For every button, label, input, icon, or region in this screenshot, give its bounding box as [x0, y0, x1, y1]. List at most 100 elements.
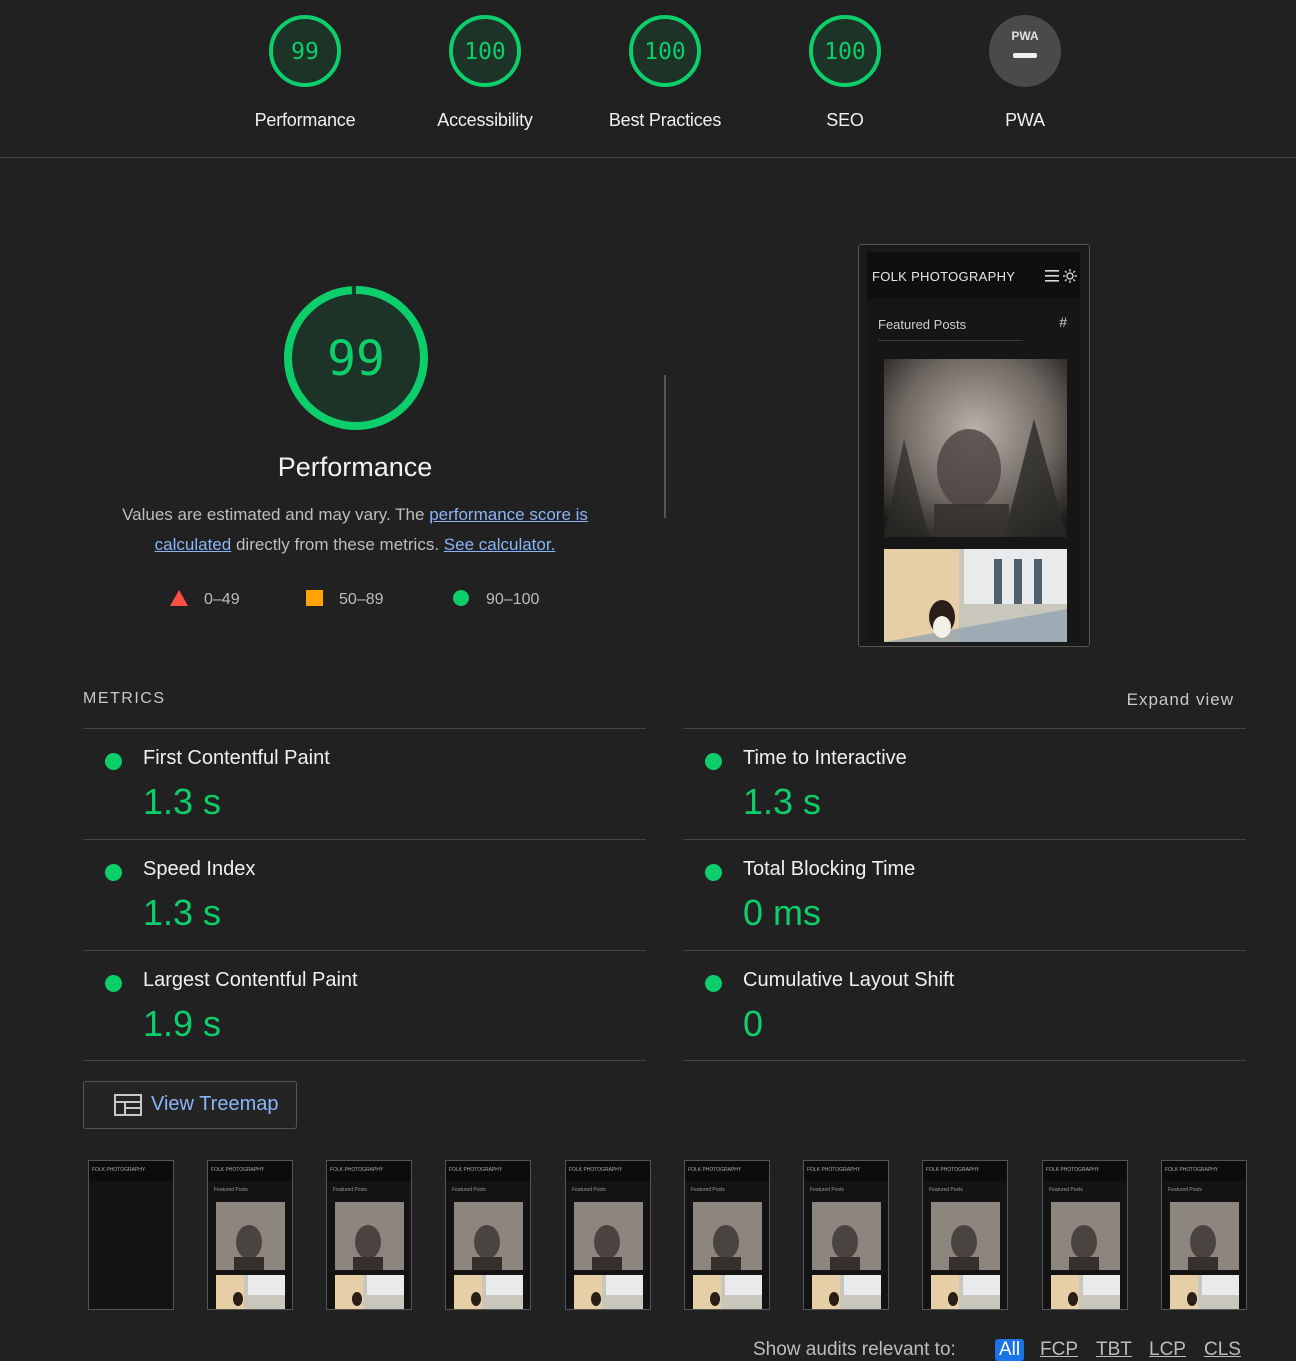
frame-dog-photo [931, 1275, 1000, 1309]
view-treemap-button[interactable]: View Treemap [83, 1081, 297, 1129]
gauge-label: SEO [826, 110, 864, 130]
frame-section: Featured Posts [572, 1187, 606, 1193]
frame-portrait-photo [335, 1202, 404, 1270]
frame-portrait-photo [812, 1202, 881, 1270]
frame-dog-photo [812, 1275, 881, 1309]
metric-largest-contentful-paint: Largest Contentful Paint 1.9 s [83, 950, 646, 1061]
frame-brand: FOLK PHOTOGRAPHY [1165, 1167, 1219, 1173]
hamburger-icon [1045, 270, 1059, 282]
performance-description: Values are estimated and may vary. The p… [95, 500, 615, 560]
filter-chip-cls[interactable]: CLS [1204, 1339, 1241, 1361]
gauge-accessibility[interactable]: 100 Accessibility [415, 14, 555, 131]
frame-section: Featured Posts [214, 1187, 248, 1193]
filter-chip-all[interactable]: All [995, 1339, 1025, 1361]
score-gauge-icon: 100 [449, 15, 521, 87]
gauge-label: Performance [254, 110, 356, 130]
score-gauge-icon: 100 [629, 15, 701, 87]
frame-dog-photo [693, 1275, 762, 1309]
see-calculator-link[interactable]: See calculator. [444, 535, 556, 554]
frame-brand: FOLK PHOTOGRAPHY [449, 1167, 503, 1173]
triangle-icon [170, 590, 188, 606]
gauge-seo[interactable]: 100 SEO [775, 14, 915, 131]
gauge-pwa[interactable]: PWA PWA [955, 14, 1095, 131]
metric-total-blocking-time: Total Blocking Time 0 ms [683, 839, 1246, 950]
sun-icon [1063, 269, 1077, 283]
performance-title: Performance [277, 452, 433, 482]
filmstrip-frame: FOLK PHOTOGRAPHY Featured Posts [1161, 1160, 1247, 1310]
frame-dog-photo [1051, 1275, 1120, 1309]
filmstrip-frame: FOLK PHOTOGRAPHY Featured Posts [565, 1160, 651, 1310]
pass-circle-icon [105, 975, 122, 992]
pass-circle-icon [105, 864, 122, 881]
divider [683, 1060, 1246, 1061]
metric-name: Speed Index [143, 858, 256, 880]
pwa-badge-icon: PWA [989, 15, 1061, 87]
frame-portrait-photo [1051, 1202, 1120, 1270]
score-gauge-icon: 99 [269, 15, 341, 87]
frame-brand: FOLK PHOTOGRAPHY [330, 1167, 384, 1173]
divider [83, 1060, 646, 1061]
filmstrip-frame: FOLK PHOTOGRAPHY Featured Posts [1042, 1160, 1128, 1310]
metric-speed-index: Speed Index 1.3 s [83, 839, 646, 950]
audit-filter-label: Show audits relevant to: [753, 1339, 956, 1360]
frame-dog-photo [335, 1275, 404, 1309]
frame-section: Featured Posts [1049, 1187, 1083, 1193]
metric-value: 1.3 s [143, 781, 222, 822]
frame-dog-photo [1170, 1275, 1239, 1309]
screenshot-section-title: Featured Posts [878, 317, 967, 332]
metric-name: Cumulative Layout Shift [743, 969, 955, 991]
final-screenshot[interactable]: FOLK PHOTOGRAPHY Featured Posts # [858, 244, 1090, 647]
frame-brand: FOLK PHOTOGRAPHY [807, 1167, 861, 1173]
frame-portrait-photo [574, 1202, 643, 1270]
filter-chip-lcp[interactable]: LCP [1149, 1339, 1186, 1361]
pass-circle-icon [705, 753, 722, 770]
metric-name: Total Blocking Time [743, 858, 916, 880]
filmstrip-frame: FOLK PHOTOGRAPHY Featured Posts [326, 1160, 412, 1310]
gauge-label: Best Practices [608, 110, 722, 130]
frame-portrait-photo [216, 1202, 285, 1270]
gauge-score: 100 [824, 39, 866, 65]
expand-view-toggle[interactable]: Expand view [1127, 690, 1234, 710]
frame-section: Featured Posts [691, 1187, 725, 1193]
legend-average: 50–89 [305, 590, 384, 609]
filter-chip-tbt[interactable]: TBT [1096, 1339, 1132, 1361]
filmstrip-frame: FOLK PHOTOGRAPHY Featured Posts [445, 1160, 531, 1310]
gauge-best-practices[interactable]: 100 Best Practices [595, 14, 735, 131]
desc-text: directly from these metrics. [231, 535, 444, 554]
pass-circle-icon [705, 975, 722, 992]
filmstrip-frame: FOLK PHOTOGRAPHY Featured Posts [684, 1160, 770, 1310]
metric-name: Time to Interactive [743, 747, 907, 769]
frame-section: Featured Posts [929, 1187, 963, 1193]
frame-brand: FOLK PHOTOGRAPHY [688, 1167, 742, 1173]
pass-circle-icon [705, 864, 722, 881]
filter-chip-fcp[interactable]: FCP [1040, 1339, 1078, 1361]
gauge-score: 99 [291, 39, 319, 65]
score-gauge-icon: 99 [284, 286, 428, 430]
frame-section: Featured Posts [333, 1187, 367, 1193]
frame-brand: FOLK PHOTOGRAPHY [211, 1167, 265, 1173]
screenshot-brand: FOLK PHOTOGRAPHY [872, 269, 1016, 284]
frame-brand: FOLK PHOTOGRAPHY [1046, 1167, 1100, 1173]
frame-portrait-photo [931, 1202, 1000, 1270]
metric-value: 1.9 s [143, 1003, 222, 1044]
legend-pass: 90–100 [452, 590, 539, 609]
performance-score-gauge: 99 [282, 284, 430, 437]
frame-brand: FOLK PHOTOGRAPHY [569, 1167, 623, 1173]
category-scores-bar: 99 Performance 100 Accessibility 100 Bes… [0, 0, 1296, 158]
frame-section: Featured Posts [452, 1187, 486, 1193]
square-icon [306, 590, 323, 606]
pwa-badge-text: PWA [1011, 29, 1039, 43]
frame-dog-photo [454, 1275, 523, 1309]
legend-range: 0–49 [204, 591, 240, 608]
metric-value: 1.3 s [743, 781, 822, 822]
gauge-score: 100 [464, 39, 506, 65]
metrics-heading: METRICS [83, 690, 166, 707]
filmstrip-frame: FOLK PHOTOGRAPHY [88, 1160, 174, 1310]
portrait-photo [884, 359, 1067, 537]
metric-value: 1.3 s [143, 892, 222, 933]
filmstrip-frame: FOLK PHOTOGRAPHY Featured Posts [922, 1160, 1008, 1310]
circle-icon [453, 590, 469, 606]
score-gauge-icon: 100 [809, 15, 881, 87]
frame-dog-photo [574, 1275, 643, 1309]
gauge-performance[interactable]: 99 Performance [235, 14, 375, 131]
